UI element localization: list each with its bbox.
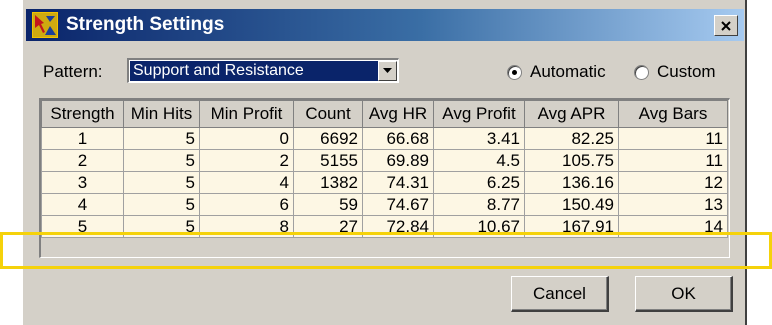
table-cell: 11 [618, 127, 728, 150]
table-row[interactable]: 2 5 2 5155 69.89 4.5 105.75 11 [41, 149, 728, 172]
table-cell: 10.67 [433, 215, 525, 238]
table-cell: 14 [618, 215, 728, 238]
table-cell: 150.49 [524, 193, 619, 216]
column-header[interactable]: Strength [41, 100, 124, 128]
radio-checked-icon [507, 64, 522, 80]
table-cell: 72.84 [362, 215, 434, 238]
column-header[interactable]: Avg APR [524, 100, 619, 128]
table-cell: 4.5 [433, 149, 525, 172]
pattern-label: Pattern: [43, 62, 103, 81]
app-icon [32, 12, 58, 38]
cancel-button[interactable]: Cancel [511, 276, 609, 312]
table-cell[interactable]: 2 [199, 149, 294, 172]
window-title: Strength Settings [66, 14, 225, 35]
dropdown-button[interactable] [378, 61, 397, 81]
table-cell: 5155 [293, 149, 363, 172]
table-cell: 136.16 [524, 171, 619, 194]
table-cell: 11 [618, 149, 728, 172]
table-cell: 8.77 [433, 193, 525, 216]
strength-table: Strength Min Hits Min Profit Count Avg H… [39, 98, 730, 258]
table-row[interactable]: 1 5 0 6692 66.68 3.41 82.25 11 [41, 127, 728, 150]
table-cell[interactable]: 4 [41, 193, 124, 216]
table-cell[interactable]: 5 [123, 171, 200, 194]
table-cell: 59 [293, 193, 363, 216]
table-cell[interactable]: 6 [199, 193, 294, 216]
table-cell: 167.91 [524, 215, 619, 238]
table-cell: 74.31 [362, 171, 434, 194]
table-row[interactable]: 3 5 4 1382 74.31 6.25 136.16 12 [41, 171, 728, 194]
dialog-window: Strength Settings Pattern: Support and R… [22, 0, 747, 325]
table-cell[interactable]: 2 [41, 149, 124, 172]
table-cell: 1382 [293, 171, 363, 194]
table-cell: 13 [618, 193, 728, 216]
table-cell[interactable]: 5 [123, 149, 200, 172]
close-icon [721, 20, 731, 31]
table-cell: 12 [618, 171, 728, 194]
table-cell: 66.68 [362, 127, 434, 150]
title-bar[interactable]: Strength Settings [26, 9, 744, 41]
column-header[interactable]: Count [293, 100, 363, 128]
custom-label: Custom [657, 62, 716, 81]
table-cell: 74.67 [362, 193, 434, 216]
pattern-dropdown[interactable]: Support and Resistance [127, 58, 399, 83]
column-header[interactable]: Avg Profit [433, 100, 525, 128]
table-cell[interactable]: 4 [199, 171, 294, 194]
table-cell: 3.41 [433, 127, 525, 150]
chevron-down-icon [383, 68, 392, 73]
close-button[interactable] [714, 15, 738, 36]
table-cell[interactable]: 5 [123, 193, 200, 216]
table-row-highlighted[interactable]: 5 5 8 27 72.84 10.67 167.91 14 [41, 215, 728, 238]
automatic-radio[interactable]: Automatic [507, 62, 606, 82]
table-cell[interactable]: 3 [41, 171, 124, 194]
column-header[interactable]: Min Profit [199, 100, 294, 128]
table-cell: 27 [293, 215, 363, 238]
table-cell: 82.25 [524, 127, 619, 150]
custom-radio[interactable]: Custom [634, 62, 716, 82]
table-cell: 69.89 [362, 149, 434, 172]
table-cell: 6692 [293, 127, 363, 150]
column-header[interactable]: Avg Bars [618, 100, 728, 128]
column-header[interactable]: Avg HR [362, 100, 434, 128]
table-cell[interactable]: 0 [199, 127, 294, 150]
pattern-selected-value: Support and Resistance [130, 61, 378, 81]
table-header-row: Strength Min Hits Min Profit Count Avg H… [41, 100, 728, 128]
radio-unchecked-icon [634, 64, 649, 80]
table-cell[interactable]: 5 [123, 215, 200, 238]
table-cell: 6.25 [433, 171, 525, 194]
automatic-label: Automatic [530, 62, 606, 81]
table-cell[interactable]: 5 [123, 127, 200, 150]
table-cell[interactable]: 5 [41, 215, 124, 238]
table-cell[interactable]: 1 [41, 127, 124, 150]
ok-button[interactable]: OK [635, 276, 733, 312]
column-header[interactable]: Min Hits [123, 100, 200, 128]
table-cell[interactable]: 8 [199, 215, 294, 238]
table-cell: 105.75 [524, 149, 619, 172]
table-row[interactable]: 4 5 6 59 74.67 8.77 150.49 13 [41, 193, 728, 216]
